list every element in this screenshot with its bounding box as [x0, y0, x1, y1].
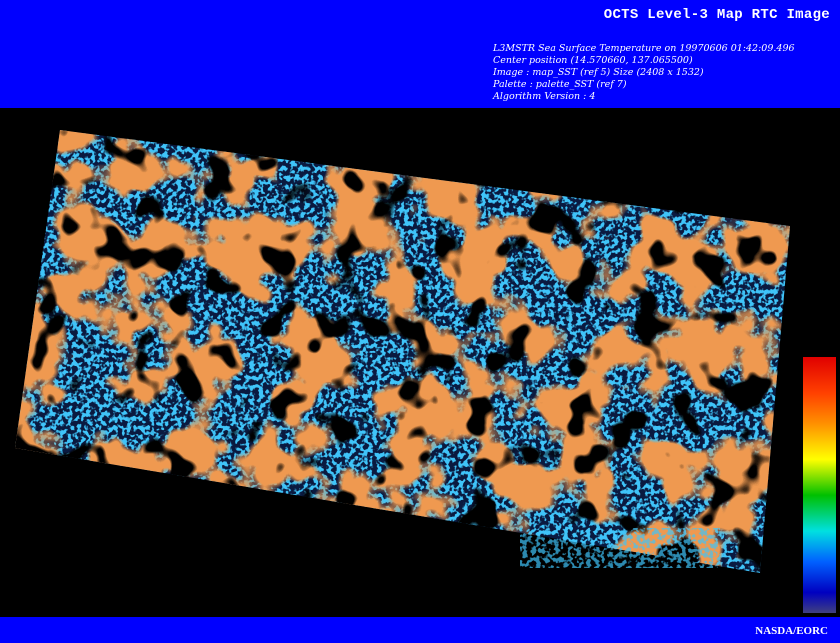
- color-palette-bar: [803, 357, 836, 613]
- metadata-line-center: Center position (14.570660, 137.065500): [493, 55, 693, 66]
- sst-map-area: [0, 108, 840, 617]
- metadata-line-image: Image : map_SST (ref 5) Size (2408 x 153…: [493, 67, 704, 78]
- sst-map-image: [15, 130, 790, 573]
- header-banner: OCTS Level-3 Map RTC Image L3MSTR Sea Su…: [0, 0, 840, 108]
- image-title: OCTS Level-3 Map RTC Image: [603, 7, 830, 23]
- metadata-line-palette: Palette : palette_SST (ref 7): [493, 79, 627, 90]
- speckle-tail: [520, 528, 720, 568]
- credit-label: NASDA/EORC: [755, 625, 828, 637]
- metadata-block: L3MSTR Sea Surface Temperature on 199706…: [493, 43, 795, 103]
- metadata-line-product: L3MSTR Sea Surface Temperature on 199706…: [493, 43, 795, 54]
- metadata-line-algorithm: Algorithm Version : 4: [493, 91, 596, 102]
- footer-banner: NASDA/EORC: [0, 617, 840, 643]
